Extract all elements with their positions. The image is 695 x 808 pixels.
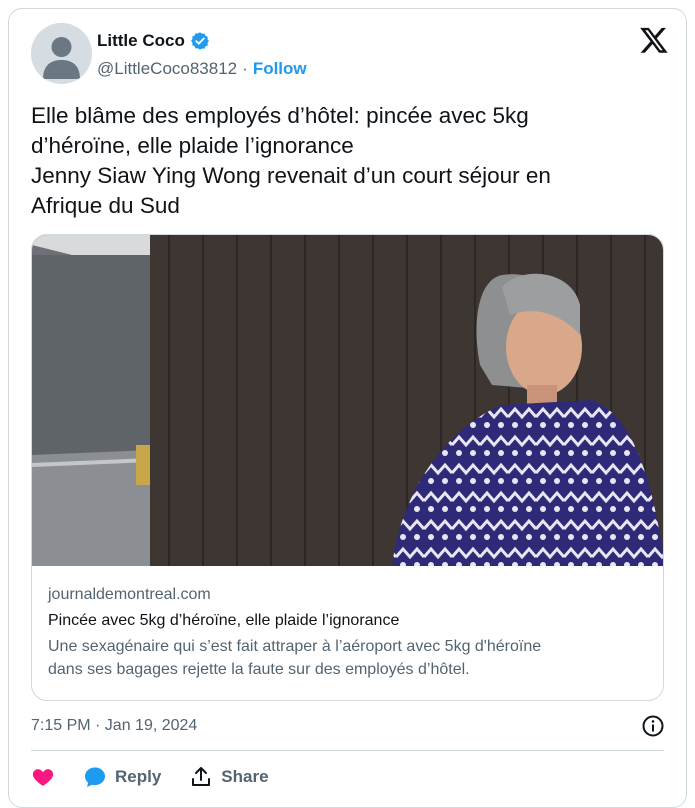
- verified-badge-icon: [190, 32, 209, 50]
- card-description: Une sexagénaire qui s’est fait attraper …: [48, 635, 648, 681]
- card-description-line: dans ses bagages rejette la faute sur de…: [48, 661, 470, 678]
- tweet-header: Little Coco @LittleCoco83812 · Follow: [31, 23, 671, 87]
- info-icon[interactable]: [641, 714, 665, 738]
- tweet-text: Elle blâme des employés d’hôtel: pincée …: [31, 101, 661, 221]
- reply-button[interactable]: Reply: [83, 765, 161, 789]
- tweet-text-line: Afrique du Sud: [31, 193, 180, 218]
- reply-label: Reply: [115, 767, 162, 786]
- like-button[interactable]: [31, 765, 55, 789]
- follow-button[interactable]: Follow: [253, 59, 307, 79]
- card-image[interactable]: [32, 235, 663, 566]
- separator-dot: ·: [242, 59, 248, 78]
- link-preview-card[interactable]: journaldemontreal.com Pincée avec 5kg d’…: [31, 234, 664, 701]
- reply-bubble-icon: [85, 767, 105, 787]
- avatar[interactable]: [31, 23, 92, 84]
- share-button[interactable]: Share: [189, 765, 269, 789]
- tweet-text-line: Elle blâme des employés d’hôtel: pincée …: [31, 103, 529, 128]
- timestamp-link[interactable]: 7:15 PM · Jan 19, 2024: [31, 717, 197, 735]
- action-bar: Reply Share: [31, 762, 297, 792]
- card-description-line: Une sexagénaire qui s’est fait attraper …: [48, 638, 542, 655]
- card-domain: journaldemontreal.com: [48, 586, 211, 603]
- display-name[interactable]: Little Coco: [97, 31, 185, 51]
- tweet-text-line: Jenny Siaw Ying Wong revenait d’un court…: [31, 163, 551, 188]
- share-label: Share: [221, 767, 269, 786]
- tweet-text-line: d’héroïne, elle plaide l’ignorance: [31, 133, 354, 158]
- x-logo-icon[interactable]: [639, 25, 669, 55]
- default-avatar-icon: [31, 23, 92, 84]
- card-info: journaldemontreal.com Pincée avec 5kg d’…: [48, 584, 648, 681]
- divider: [31, 750, 664, 751]
- user-handle[interactable]: @LittleCoco83812: [97, 59, 237, 79]
- meta-row: 7:15 PM · Jan 19, 2024: [31, 711, 671, 741]
- name-row: Little Coco: [97, 31, 210, 51]
- share-icon: [192, 767, 211, 786]
- heart-icon: [32, 769, 54, 786]
- handle-row: @LittleCoco83812 · Follow: [97, 59, 307, 79]
- card-title: Pincée avec 5kg d’héroïne, elle plaide l…: [48, 612, 400, 629]
- tweet-card: Little Coco @LittleCoco83812 · Follow El…: [8, 8, 687, 808]
